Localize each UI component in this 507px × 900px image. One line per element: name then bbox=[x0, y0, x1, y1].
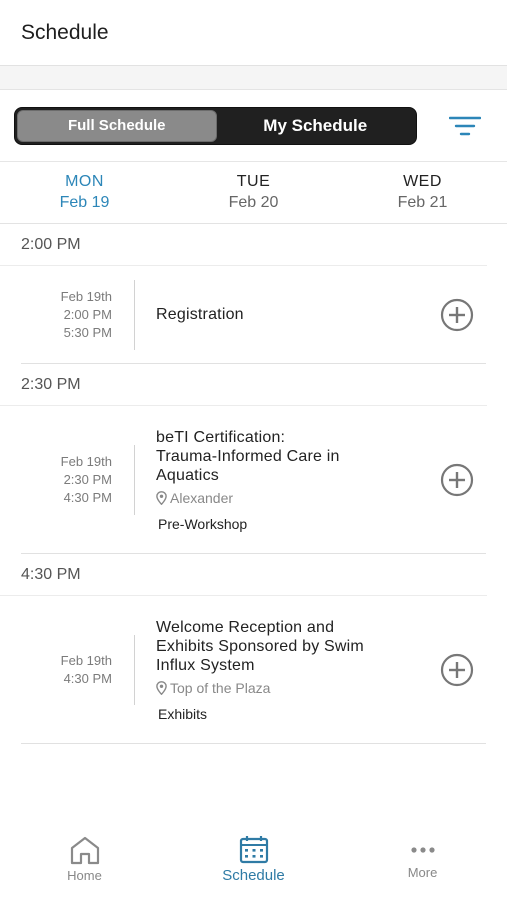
session-title-line: Welcome Reception and bbox=[156, 618, 335, 636]
location-name: Top of the Plaza bbox=[170, 679, 271, 696]
schedule-toggle-row: Full Schedule My Schedule bbox=[0, 90, 507, 162]
my-schedule-tab[interactable]: My Schedule bbox=[217, 110, 415, 142]
session-date: Feb 19th bbox=[60, 288, 112, 304]
time-section-header: 4:30 PM bbox=[0, 554, 487, 596]
session-item[interactable]: Feb 19th 2:00 PM 5:30 PM Registration bbox=[21, 266, 486, 364]
session-end: 5:30 PM bbox=[63, 324, 112, 340]
page-title: Schedule bbox=[21, 20, 109, 44]
filter-button[interactable] bbox=[447, 111, 483, 141]
tab-home[interactable]: Home bbox=[0, 818, 169, 900]
tab-label: Home bbox=[67, 868, 102, 883]
session-times: Feb 19th 2:30 PM 4:30 PM bbox=[21, 453, 134, 507]
calendar-icon bbox=[239, 836, 268, 864]
session-start: 4:30 PM bbox=[63, 670, 112, 686]
location-name: Alexander bbox=[170, 489, 234, 506]
header-spacer bbox=[0, 66, 507, 90]
session-title: beTI Certification: Trauma-Informed Care… bbox=[156, 428, 426, 485]
session-track: Exhibits bbox=[158, 705, 208, 722]
time-section-header: 2:00 PM bbox=[0, 224, 487, 266]
add-session-button[interactable] bbox=[440, 298, 474, 332]
day-name: WED bbox=[403, 173, 442, 190]
session-title: Welcome Reception and Exhibits Sponsored… bbox=[156, 618, 426, 675]
tab-label: Schedule bbox=[222, 867, 285, 884]
day-name: TUE bbox=[236, 173, 271, 190]
day-date: Feb 19 bbox=[59, 194, 110, 211]
map-pin-icon bbox=[156, 490, 167, 505]
session-item[interactable]: Feb 19th 4:30 PM Welcome Reception and E… bbox=[21, 596, 486, 744]
home-icon bbox=[70, 836, 99, 865]
session-title-line: Influx System bbox=[156, 656, 255, 674]
session-start: 2:00 PM bbox=[63, 306, 112, 322]
tab-schedule[interactable]: Schedule bbox=[169, 818, 338, 900]
time-section-header: 2:30 PM bbox=[0, 364, 487, 406]
session-item[interactable]: Feb 19th 2:30 PM 4:30 PM beTI Certificat… bbox=[21, 406, 486, 554]
tab-label: More bbox=[407, 865, 438, 880]
session-list: Feb 19th 4:30 PM Welcome Reception and E… bbox=[0, 596, 507, 744]
session-date: Feb 19th bbox=[60, 453, 112, 469]
session-body: beTI Certification: Trauma-Informed Care… bbox=[135, 428, 486, 532]
more-dots-icon bbox=[410, 847, 435, 853]
session-times: Feb 19th 4:30 PM bbox=[21, 652, 134, 688]
add-session-button[interactable] bbox=[440, 463, 474, 497]
top-bar: Schedule bbox=[0, 0, 507, 66]
session-body: Registration bbox=[135, 305, 486, 324]
filter-icon bbox=[449, 116, 481, 135]
session-title-line: Aquatics bbox=[156, 466, 219, 484]
day-tab-mon[interactable]: MON Feb 19 bbox=[0, 162, 169, 223]
session-title-line: Trauma-Informed Care in bbox=[156, 447, 340, 465]
session-times: Feb 19th 2:00 PM 5:30 PM bbox=[21, 288, 134, 342]
map-pin-icon bbox=[156, 680, 167, 695]
full-schedule-tab[interactable]: Full Schedule bbox=[17, 109, 217, 142]
day-date: Feb 20 bbox=[228, 194, 279, 211]
session-location: Top of the Plaza bbox=[156, 680, 426, 696]
session-date: Feb 19th bbox=[60, 652, 112, 668]
day-tab-wed[interactable]: WED Feb 21 bbox=[338, 162, 507, 223]
session-title: Registration bbox=[156, 306, 244, 323]
session-list: Feb 19th 2:00 PM 5:30 PM Registration bbox=[0, 266, 507, 364]
session-start: 2:30 PM bbox=[63, 471, 112, 487]
schedule-toggle: Full Schedule My Schedule bbox=[14, 106, 417, 145]
session-title-line: beTI Certification: bbox=[156, 428, 286, 446]
session-body: Welcome Reception and Exhibits Sponsored… bbox=[135, 618, 486, 722]
bottom-tab-bar: Home Schedule More bbox=[0, 818, 507, 900]
session-title-line: Exhibits Sponsored by Swim bbox=[156, 637, 364, 655]
session-end: 4:30 PM bbox=[63, 489, 112, 505]
day-date: Feb 21 bbox=[397, 194, 448, 211]
day-name: MON bbox=[65, 173, 104, 190]
day-selector: MON Feb 19 TUE Feb 20 WED Feb 21 bbox=[0, 162, 507, 224]
add-session-button[interactable] bbox=[440, 653, 474, 687]
session-location: Alexander bbox=[156, 490, 426, 506]
session-list: Feb 19th 2:30 PM 4:30 PM beTI Certificat… bbox=[0, 406, 507, 554]
day-tab-tue[interactable]: TUE Feb 20 bbox=[169, 162, 338, 223]
tab-more[interactable]: More bbox=[338, 818, 507, 900]
session-track: Pre-Workshop bbox=[158, 515, 248, 532]
